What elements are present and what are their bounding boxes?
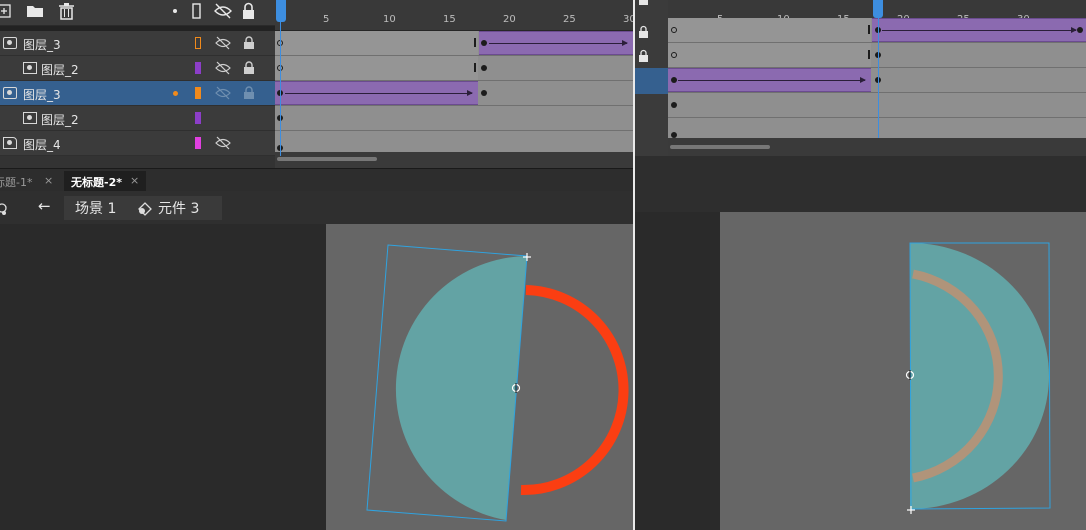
red-arc-shape[interactable] [520,285,629,496]
teal-half-disc[interactable] [395,256,527,520]
stage-artwork-right [905,242,1051,514]
left-pane: 图层_3 图层_2 图层_3 图层_2 图层_4 5 10 15 20 25 3… [0,0,633,530]
right-pane: 5 10 15 20 25 30 [635,0,1086,530]
stage-artwork-left [366,244,629,522]
